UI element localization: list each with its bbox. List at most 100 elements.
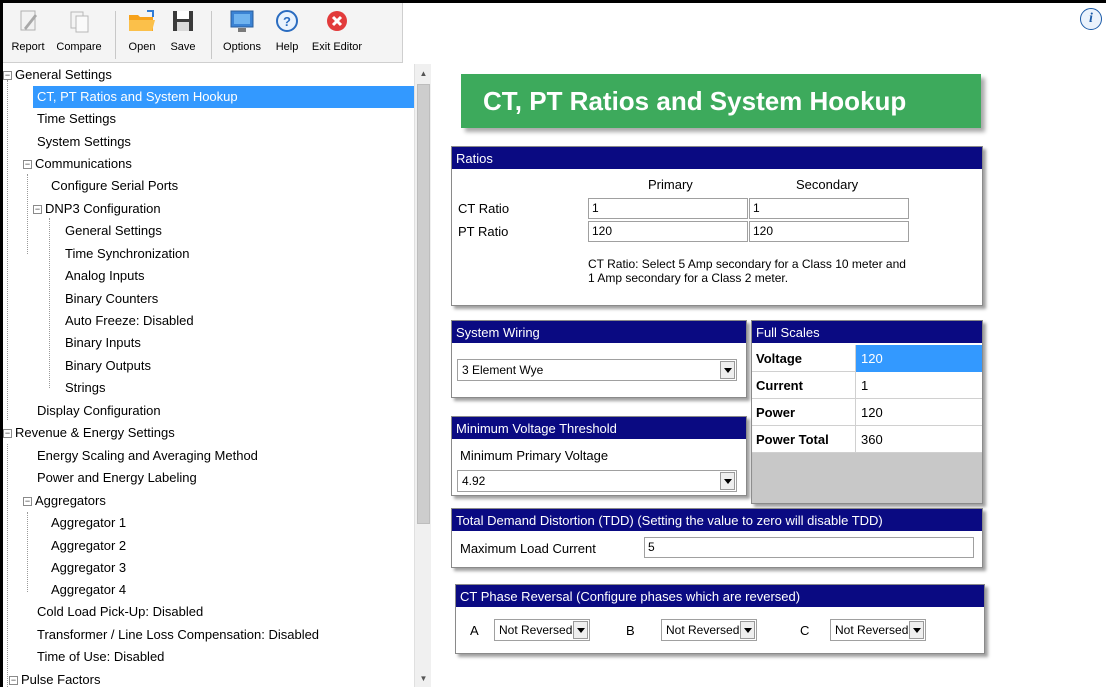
ct-primary-input[interactable]: 1 (588, 198, 748, 219)
collapse-toggle[interactable]: − (3, 71, 12, 81)
ct-ratio-label: CT Ratio (458, 201, 510, 216)
system-wiring-select[interactable]: 3 Element Wye (457, 359, 737, 381)
tree-item-dnp3-general-settings[interactable]: General Settings (65, 220, 162, 242)
tree-guide (27, 174, 28, 254)
tree-item-configure-serial-ports[interactable]: Configure Serial Ports (51, 175, 178, 197)
tree-guide (27, 512, 28, 592)
collapse-toggle[interactable]: − (23, 497, 32, 507)
options-button[interactable]: Options (217, 7, 267, 61)
save-button[interactable]: Save (163, 7, 203, 61)
tree-item-label: System Settings (37, 134, 131, 149)
tree-item-time-synchronization[interactable]: Time Synchronization (65, 243, 190, 265)
tree-item-binary-outputs[interactable]: Binary Outputs (65, 355, 151, 377)
min-primary-voltage-select[interactable]: 4.92 (457, 470, 737, 492)
primary-column-label: Primary (648, 177, 693, 192)
full-scales-row-power-total[interactable]: Power Total 360 (752, 426, 982, 453)
compare-button[interactable]: Compare (51, 7, 107, 61)
tree-item-label: Configure Serial Ports (51, 178, 179, 193)
max-load-current-input[interactable]: 5 (644, 537, 974, 558)
tree-item-label: Time Synchronization (65, 246, 190, 261)
min-voltage-panel: Minimum Voltage Threshold Minimum Primar… (451, 416, 747, 496)
chevron-down-icon[interactable] (573, 621, 588, 639)
full-scales-row-power[interactable]: Power 120 (752, 399, 982, 426)
open-label: Open (128, 41, 156, 53)
full-scales-value[interactable]: 1 (856, 372, 982, 399)
chevron-down-icon[interactable] (720, 361, 735, 379)
tdd-panel: Total Demand Distortion (TDD) (Setting t… (451, 508, 983, 568)
scroll-up-icon[interactable]: ▲ (415, 66, 432, 82)
tree-item-analog-inputs[interactable]: Analog Inputs (65, 265, 145, 287)
tree-item-cold-load-pickup[interactable]: Cold Load Pick-Up: Disabled (37, 601, 203, 623)
tree-item-aggregator-3[interactable]: Aggregator 3 (51, 557, 126, 579)
help-button[interactable]: ? Help (269, 7, 305, 61)
tree-item-system-settings[interactable]: System Settings (37, 131, 131, 153)
phase-a-value: Not Reversed (499, 623, 573, 637)
tree-item-aggregator-2[interactable]: Aggregator 2 (51, 535, 126, 557)
tree-item-binary-inputs[interactable]: Binary Inputs (65, 332, 141, 354)
tree-item-label: Revenue & Energy Settings (15, 425, 175, 440)
tree-item-label: Energy Scaling and Averaging Method (37, 448, 258, 463)
compare-icon (64, 7, 94, 35)
tree-item-energy-scaling[interactable]: Energy Scaling and Averaging Method (37, 445, 258, 467)
tree-item-time-settings[interactable]: Time Settings (37, 108, 116, 130)
full-scales-value[interactable]: 120 (856, 399, 982, 426)
page-title: CT, PT Ratios and System Hookup (461, 74, 981, 128)
tree-item-ct-pt-ratios[interactable]: CT, PT Ratios and System Hookup (33, 86, 414, 108)
tree-item-time-of-use[interactable]: Time of Use: Disabled (37, 646, 164, 668)
phase-c-value: Not Reversed (835, 623, 909, 637)
scroll-down-icon[interactable]: ▼ (415, 671, 432, 687)
report-label: Report (11, 41, 45, 53)
tree-item-strings[interactable]: Strings (65, 377, 105, 399)
chevron-down-icon[interactable] (720, 472, 735, 490)
scrollbar-thumb[interactable] (417, 84, 430, 524)
tree-item-power-energy-labeling[interactable]: Power and Energy Labeling (37, 467, 197, 489)
min-voltage-header: Minimum Voltage Threshold (452, 417, 746, 441)
phase-b-select[interactable]: Not Reversed (661, 619, 757, 641)
collapse-toggle[interactable]: − (33, 205, 42, 215)
tree-item-label: Cold Load Pick-Up: Disabled (37, 604, 204, 619)
phase-a-select[interactable]: Not Reversed (494, 619, 590, 641)
tree-guide (7, 444, 8, 687)
save-label: Save (170, 41, 196, 53)
tree-item-revenue-energy-settings[interactable]: − Revenue & Energy Settings (3, 422, 175, 444)
exit-editor-button[interactable]: Exit Editor (307, 7, 367, 61)
tree-item-aggregators[interactable]: − Aggregators (23, 490, 106, 512)
full-scales-row-voltage[interactable]: Voltage 120 (752, 345, 982, 372)
report-button[interactable]: Report (7, 7, 49, 61)
tree-item-label: Binary Counters (65, 291, 159, 306)
tree-item-auto-freeze[interactable]: Auto Freeze: Disabled (65, 310, 194, 332)
pt-ratio-label: PT Ratio (458, 224, 509, 239)
phase-c-select[interactable]: Not Reversed (830, 619, 926, 641)
collapse-toggle[interactable]: − (23, 160, 32, 170)
collapse-toggle[interactable]: − (9, 676, 18, 686)
full-scales-table: Voltage 120 Current 1 Power 120 Power Total… (752, 345, 982, 453)
tree-item-aggregator-1[interactable]: Aggregator 1 (51, 512, 126, 534)
collapse-toggle[interactable]: − (3, 429, 12, 439)
tree-item-dnp3-configuration[interactable]: − DNP3 Configuration (33, 198, 161, 220)
tree-item-aggregator-4[interactable]: Aggregator 4 (51, 579, 126, 601)
open-button[interactable]: Open (121, 7, 163, 61)
tree-item-display-configuration[interactable]: Display Configuration (37, 400, 161, 422)
tree-item-general-settings[interactable]: − General Settings (3, 64, 112, 86)
tree-item-binary-counters[interactable]: Binary Counters (65, 288, 158, 310)
tree-item-transformer-line-loss[interactable]: Transformer / Line Loss Compensation: Di… (37, 624, 319, 646)
ct-secondary-input[interactable]: 1 (749, 198, 909, 219)
full-scales-header: Full Scales (752, 321, 982, 345)
toolbar: Report Compare Open Save Options ? Help (3, 3, 403, 63)
chevron-down-icon[interactable] (740, 621, 755, 639)
full-scales-key: Voltage (752, 345, 856, 372)
tree-item-label: Power and Energy Labeling (37, 470, 197, 485)
full-scales-row-current[interactable]: Current 1 (752, 372, 982, 399)
tree-item-pulse-factors[interactable]: − Pulse Factors (9, 669, 100, 687)
pt-primary-input[interactable]: 120 (588, 221, 748, 242)
full-scales-value[interactable]: 120 (856, 345, 982, 372)
tree-item-label: Aggregator 3 (51, 560, 127, 575)
tree-scrollbar[interactable]: ▲ ▼ (414, 64, 431, 687)
toolbar-separator (115, 11, 116, 59)
info-icon[interactable]: i (1080, 8, 1102, 30)
tree-item-label: Aggregator 2 (51, 538, 127, 553)
pt-secondary-input[interactable]: 120 (749, 221, 909, 242)
tree-item-communications[interactable]: − Communications (23, 153, 132, 175)
full-scales-value[interactable]: 360 (856, 426, 982, 453)
chevron-down-icon[interactable] (909, 621, 924, 639)
